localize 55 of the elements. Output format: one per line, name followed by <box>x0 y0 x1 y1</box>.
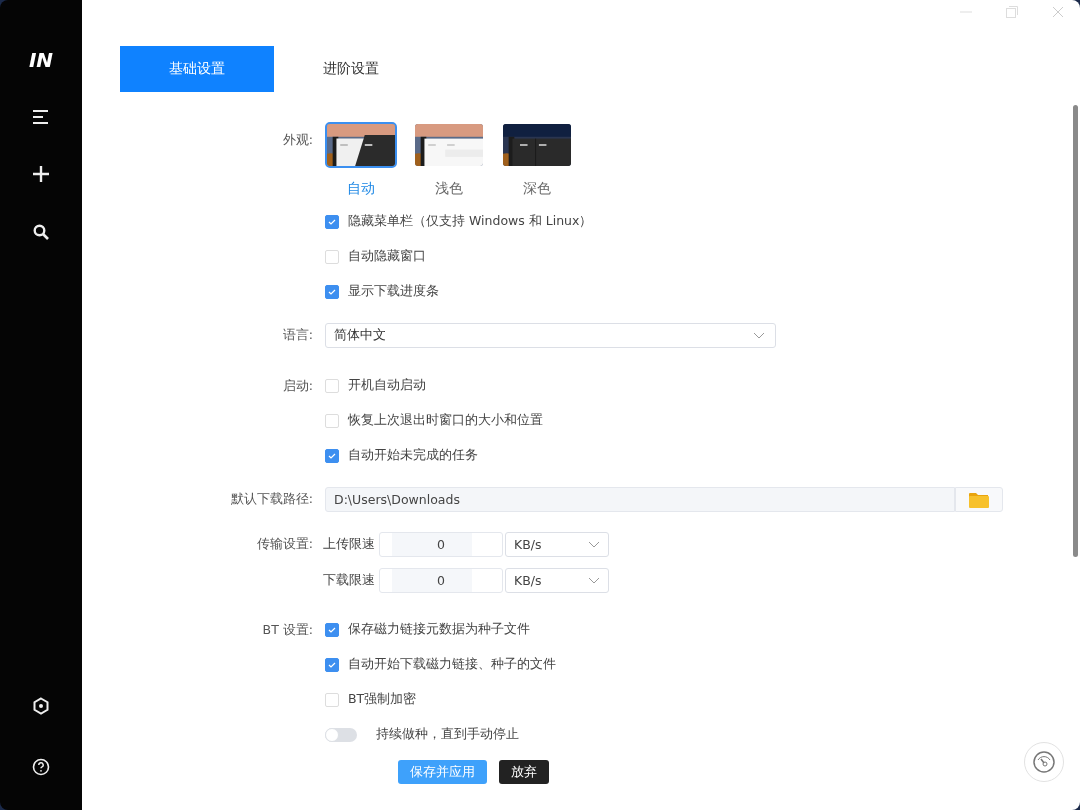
checkbox-label: 隐藏菜单栏（仅支持 Windows 和 Linux） <box>348 213 593 230</box>
language-dropdown[interactable]: 简体中文 <box>325 323 776 348</box>
check-icon <box>328 451 336 460</box>
check-icon <box>328 217 336 226</box>
path-field[interactable]: D:\Users\Downloads <box>325 487 955 512</box>
plus-icon[interactable] <box>33 166 49 182</box>
checkbox-label: 显示下载进度条 <box>348 283 439 300</box>
toggle-label: 持续做种，直到手动停止 <box>376 726 519 743</box>
checkbox[interactable] <box>325 214 339 229</box>
unit-dropdown[interactable]: KB/s <box>505 532 609 557</box>
checkbox[interactable] <box>325 657 339 672</box>
chevron-down-icon <box>588 577 600 584</box>
speed-field[interactable]: 0 <box>379 532 503 557</box>
speedometer-icon <box>1032 750 1056 774</box>
chevron-down-icon <box>588 541 600 548</box>
app-logo: IN <box>28 48 54 74</box>
checkbox-label: 恢复上次退出时窗口的大小和位置 <box>348 412 543 429</box>
tab[interactable]: 基础设置 <box>120 46 274 92</box>
checkbox-label: 自动开始未完成的任务 <box>348 447 478 464</box>
field-label: 默认下载路径: <box>230 490 313 508</box>
help-icon[interactable] <box>32 758 50 776</box>
field-label: 启动: <box>282 377 313 395</box>
checkbox-label: 保存磁力链接元数据为种子文件 <box>348 621 530 638</box>
checkbox-label: 开机自动启动 <box>348 377 426 394</box>
discard-button[interactable]: 放弃 <box>499 760 549 784</box>
checkbox-label: 自动开始下载磁力链接、种子的文件 <box>348 656 556 673</box>
theme-option[interactable]: 深色 <box>501 122 573 198</box>
field-label: 传输设置: <box>256 535 313 553</box>
settings-icon[interactable] <box>32 696 50 716</box>
checkbox-label: BT强制加密 <box>348 691 417 708</box>
speed-field[interactable]: 0 <box>379 568 503 593</box>
speed-label: 上传限速 <box>323 536 375 553</box>
field-label: 外观: <box>282 131 313 149</box>
search-icon[interactable] <box>33 224 49 240</box>
browse-button[interactable] <box>955 487 1003 512</box>
unit-dropdown[interactable]: KB/s <box>505 568 609 593</box>
folder-icon <box>969 491 989 508</box>
menu-icon[interactable] <box>32 110 50 124</box>
checkbox[interactable] <box>325 448 339 463</box>
check-icon <box>328 625 336 634</box>
scrollbar[interactable] <box>1073 105 1078 557</box>
speedometer-button[interactable] <box>1024 742 1064 782</box>
check-icon <box>328 660 336 669</box>
field-label: BT 设置: <box>262 621 313 639</box>
toggle-switch[interactable] <box>325 727 357 742</box>
checkbox[interactable] <box>325 284 339 299</box>
speed-label: 下载限速 <box>323 572 375 589</box>
checkbox-label: 自动隐藏窗口 <box>348 248 426 265</box>
check-icon <box>328 287 336 296</box>
chevron-down-icon <box>753 332 765 339</box>
theme-option[interactable]: 自动 <box>325 122 397 198</box>
tab[interactable]: 进阶设置 <box>274 46 428 92</box>
checkbox[interactable] <box>325 622 339 637</box>
theme-option[interactable]: 浅色 <box>413 122 485 198</box>
field-label: 语言: <box>282 326 313 344</box>
